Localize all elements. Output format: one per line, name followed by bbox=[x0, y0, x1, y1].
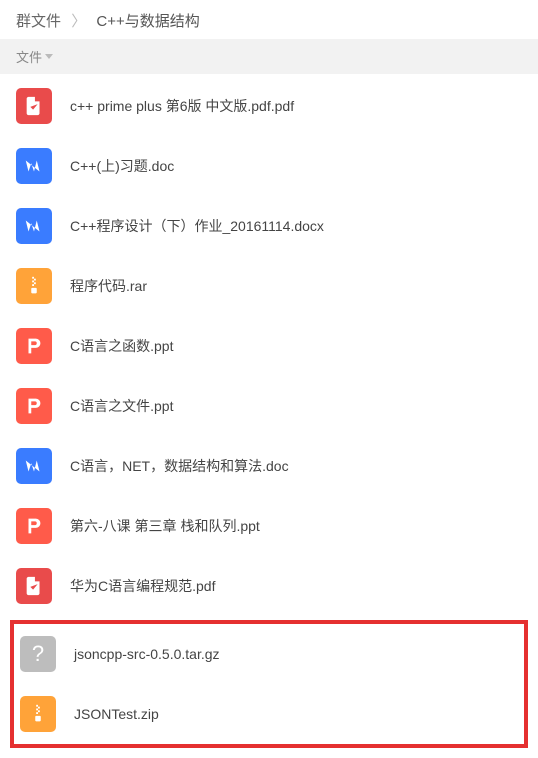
file-name: 华为C语言编程规范.pdf bbox=[70, 576, 215, 596]
column-header-row[interactable]: 文件 bbox=[0, 39, 538, 74]
file-name: 程序代码.rar bbox=[70, 276, 147, 296]
file-list: c++ prime plus 第6版 中文版.pdf.pdf C++(上)习题.… bbox=[0, 74, 538, 748]
chevron-down-icon bbox=[45, 54, 53, 59]
file-name: C++(上)习题.doc bbox=[70, 156, 174, 176]
file-row[interactable]: ? jsoncpp-src-0.5.0.tar.gz bbox=[16, 624, 522, 684]
ppt-icon bbox=[16, 508, 52, 544]
breadcrumb-current: C++与数据结构 bbox=[96, 13, 199, 30]
doc-icon bbox=[16, 208, 52, 244]
file-name: C语言之文件.ppt bbox=[70, 396, 173, 416]
breadcrumb-root[interactable]: 群文件 bbox=[16, 13, 61, 30]
file-name: jsoncpp-src-0.5.0.tar.gz bbox=[74, 646, 220, 662]
pdf-icon bbox=[16, 568, 52, 604]
file-row[interactable]: C++(上)习题.doc bbox=[0, 136, 538, 196]
file-name: C++程序设计（下）作业_20161114.docx bbox=[70, 216, 324, 236]
question-mark-icon: ? bbox=[32, 641, 44, 667]
pdf-icon bbox=[16, 88, 52, 124]
file-name: C语言之函数.ppt bbox=[70, 336, 173, 356]
archive-icon bbox=[16, 268, 52, 304]
file-name: c++ prime plus 第6版 中文版.pdf.pdf bbox=[70, 96, 294, 116]
file-row[interactable]: C语言之文件.ppt bbox=[0, 376, 538, 436]
ppt-icon bbox=[16, 388, 52, 424]
doc-icon bbox=[16, 448, 52, 484]
ppt-icon bbox=[16, 328, 52, 364]
file-row[interactable]: 华为C语言编程规范.pdf bbox=[0, 556, 538, 616]
column-header-name: 文件 bbox=[16, 47, 42, 66]
archive-icon bbox=[20, 696, 56, 732]
breadcrumb: 群文件 〉 C++与数据结构 bbox=[0, 0, 538, 39]
highlight-box: ? jsoncpp-src-0.5.0.tar.gz JSONTest.zip bbox=[10, 620, 528, 748]
breadcrumb-separator: 〉 bbox=[71, 13, 86, 30]
file-row[interactable]: C语言之函数.ppt bbox=[0, 316, 538, 376]
file-name: 第六-八课 第三章 栈和队列.ppt bbox=[70, 516, 260, 536]
file-row[interactable]: c++ prime plus 第6版 中文版.pdf.pdf bbox=[0, 76, 538, 136]
file-name: C语言，NET，数据结构和算法.doc bbox=[70, 456, 289, 476]
file-row[interactable]: 程序代码.rar bbox=[0, 256, 538, 316]
file-row[interactable]: C语言，NET，数据结构和算法.doc bbox=[0, 436, 538, 496]
file-row[interactable]: 第六-八课 第三章 栈和队列.ppt bbox=[0, 496, 538, 556]
unknown-file-icon: ? bbox=[20, 636, 56, 672]
file-name: JSONTest.zip bbox=[74, 706, 159, 722]
doc-icon bbox=[16, 148, 52, 184]
file-row[interactable]: JSONTest.zip bbox=[16, 684, 522, 744]
file-row[interactable]: C++程序设计（下）作业_20161114.docx bbox=[0, 196, 538, 256]
